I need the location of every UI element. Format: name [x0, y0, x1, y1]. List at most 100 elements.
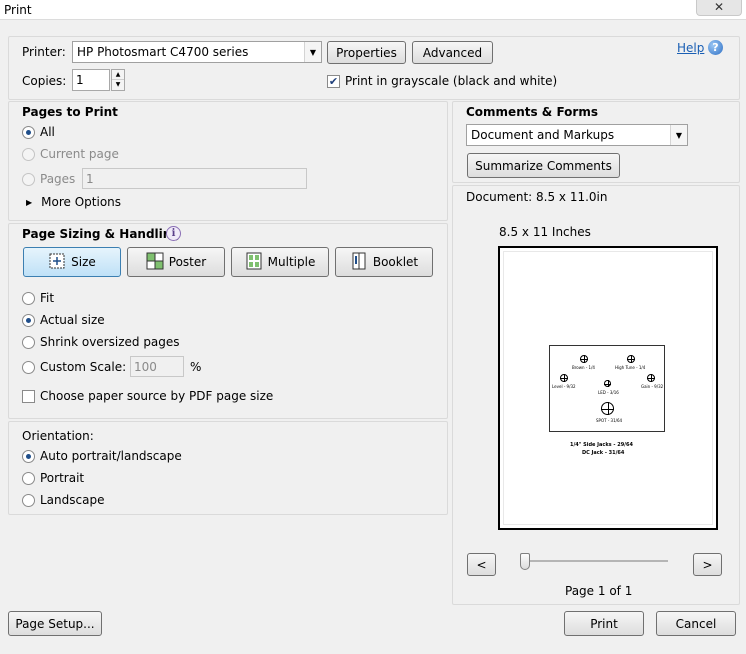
crosshair-icon [580, 355, 588, 363]
properties-button[interactable]: Properties [327, 41, 406, 64]
radio-fit[interactable]: Fit [22, 291, 54, 305]
preview-text-high-tune: High Tune - 1/4 [615, 365, 646, 370]
title-bar [0, 0, 746, 20]
radio-landscape[interactable]: Landscape [22, 493, 104, 507]
preview-text-led: LED - 3/16 [598, 390, 619, 395]
orientation-title: Orientation: [22, 429, 94, 443]
copies-input[interactable]: 1 [72, 69, 110, 91]
document-size-label: Document: 8.5 x 11.0in [466, 190, 608, 204]
chevron-down-icon: ▼ [670, 125, 687, 145]
radio-actual-size[interactable]: Actual size [22, 313, 105, 327]
more-options-label: More Options [41, 195, 122, 209]
multiple-pages-icon [245, 252, 263, 273]
radio-portrait[interactable]: Portrait [22, 471, 84, 485]
radio-auto-orientation-label: Auto portrait/landscape [40, 449, 182, 463]
tab-booklet[interactable]: Booklet [335, 247, 433, 277]
radio-pages-button[interactable] [22, 172, 35, 186]
radio-actual-size-label: Actual size [40, 313, 105, 327]
comments-title: Comments & Forms [466, 105, 598, 119]
radio-current-page-button[interactable] [22, 147, 35, 161]
crosshair-icon [647, 374, 655, 382]
radio-custom-scale-label: Custom Scale: [40, 360, 127, 374]
paper-source-checkbox[interactable] [22, 389, 35, 403]
radio-shrink[interactable]: Shrink oversized pages [22, 335, 180, 349]
page-slider-track[interactable] [520, 560, 668, 562]
printer-label: Printer: [22, 45, 66, 59]
paper-source-label: Choose paper source by PDF page size [40, 389, 274, 403]
triangle-right-icon: ▶ [26, 197, 33, 207]
radio-auto-orientation[interactable]: Auto portrait/landscape [22, 449, 182, 463]
printer-select-value: HP Photosmart C4700 series [77, 45, 249, 59]
more-options-toggle[interactable]: ▶ More Options [26, 195, 121, 209]
radio-pages[interactable]: Pages [22, 172, 75, 186]
size-icon [48, 252, 66, 273]
advanced-button[interactable]: Advanced [412, 41, 493, 64]
preview-text-side-jacks: 1/4" Side Jacks - 29/64 [570, 442, 633, 448]
page-setup-button[interactable]: Page Setup... [8, 611, 102, 636]
page-slider-thumb[interactable] [520, 553, 530, 570]
radio-portrait-label: Portrait [40, 471, 85, 485]
pages-to-print-title: Pages to Print [22, 105, 118, 119]
tab-size[interactable]: Size [23, 247, 121, 277]
cancel-button[interactable]: Cancel [656, 611, 736, 636]
radio-custom-scale[interactable]: Custom Scale: [22, 360, 126, 374]
radio-landscape-button[interactable] [22, 493, 35, 507]
custom-scale-input[interactable]: 100 [130, 356, 184, 377]
grayscale-label: Print in grayscale (black and white) [345, 74, 558, 88]
crosshair-icon [560, 374, 568, 382]
tab-multiple[interactable]: Multiple [231, 247, 329, 277]
preview-text-spot: SPOT - 31/64 [596, 418, 623, 423]
tab-multiple-label: Multiple [267, 255, 316, 269]
percent-label: % [190, 360, 202, 374]
preview-text-dc-jack: DC Jack - 31/64 [582, 450, 625, 456]
next-page-button[interactable]: > [693, 553, 722, 576]
radio-portrait-button[interactable] [22, 471, 35, 485]
radio-pages-label: Pages [40, 172, 76, 186]
crosshair-icon [627, 355, 635, 363]
paper-source-option[interactable]: Choose paper source by PDF page size [22, 389, 273, 403]
summarize-comments-button[interactable]: Summarize Comments [467, 153, 620, 178]
help-link[interactable]: Help [677, 41, 704, 55]
radio-fit-button[interactable] [22, 291, 35, 305]
crosshair-icon [604, 380, 611, 387]
previous-page-button[interactable]: < [467, 553, 496, 576]
window-title: Print [4, 3, 32, 17]
tab-size-label: Size [71, 255, 96, 269]
tab-booklet-label: Booklet [372, 255, 419, 269]
help-icon[interactable]: ? [708, 40, 723, 55]
tab-poster[interactable]: Poster [127, 247, 225, 277]
radio-shrink-label: Shrink oversized pages [40, 335, 180, 349]
radio-current-page[interactable]: Current page [22, 147, 119, 161]
stepper-up-icon[interactable]: ▲ [112, 70, 124, 80]
radio-shrink-button[interactable] [22, 335, 35, 349]
poster-icon [146, 252, 164, 273]
preview-text-brown: Brown - 1/4 [572, 365, 595, 370]
printer-select[interactable]: HP Photosmart C4700 series ▼ [72, 41, 322, 63]
page-indicator: Page 1 of 1 [565, 584, 633, 598]
print-button[interactable]: Print [564, 611, 644, 636]
copies-label: Copies: [22, 74, 67, 88]
pages-range-input[interactable]: 1 [82, 168, 307, 189]
comments-select[interactable]: Document and Markups ▼ [466, 124, 688, 146]
radio-auto-orientation-button[interactable] [22, 449, 35, 463]
grayscale-option[interactable]: ✔ Print in grayscale (black and white) [327, 74, 557, 88]
preview-text-gain: Gain - 9/32 [641, 384, 664, 389]
radio-landscape-label: Landscape [40, 493, 105, 507]
tab-poster-label: Poster [168, 255, 207, 269]
radio-fit-label: Fit [40, 291, 55, 305]
info-icon[interactable]: i [166, 226, 181, 241]
radio-actual-size-button[interactable] [22, 313, 35, 327]
preview-text-level: Level - 9/32 [552, 384, 576, 389]
radio-all[interactable]: All [22, 125, 55, 139]
copies-stepper[interactable]: ▲ ▼ [111, 69, 125, 91]
radio-all-button[interactable] [22, 125, 35, 139]
radio-custom-scale-button[interactable] [22, 360, 35, 374]
paper-size-label: 8.5 x 11 Inches [499, 225, 591, 239]
booklet-icon [350, 252, 368, 273]
close-icon[interactable]: ✕ [696, 0, 742, 16]
page-sizing-title: Page Sizing & Handling [22, 227, 180, 241]
crosshair-icon [601, 402, 614, 415]
stepper-down-icon[interactable]: ▼ [112, 80, 124, 90]
grayscale-checkbox[interactable]: ✔ [327, 74, 340, 88]
radio-all-label: All [40, 125, 55, 139]
